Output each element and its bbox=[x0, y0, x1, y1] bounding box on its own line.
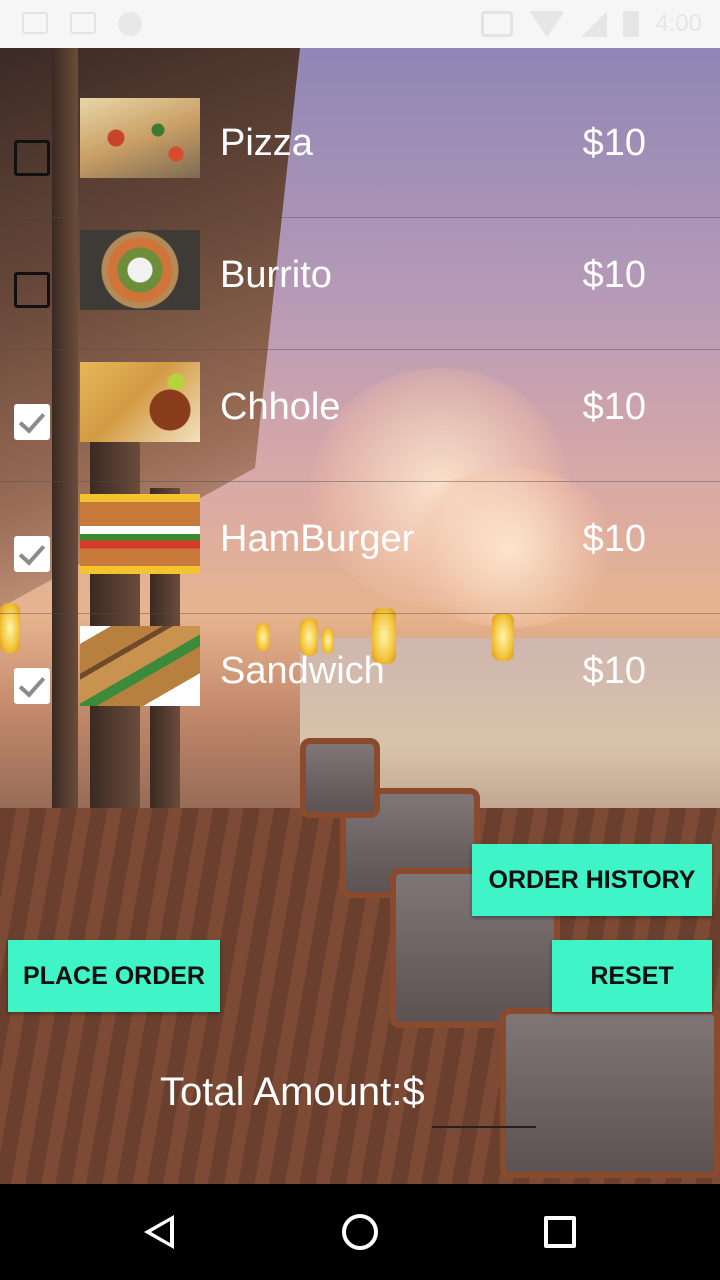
item-name: Chhole bbox=[220, 386, 341, 428]
item-checkbox[interactable] bbox=[14, 404, 50, 440]
item-checkbox[interactable] bbox=[14, 140, 50, 176]
back-icon[interactable] bbox=[144, 1215, 174, 1249]
vibrate-icon bbox=[481, 11, 514, 37]
pizza-image bbox=[80, 98, 200, 178]
battery-icon bbox=[623, 11, 640, 37]
item-name: Burrito bbox=[220, 254, 332, 296]
menu-list: Pizza $10 Burrito $10 Chhole $10 HamBurg… bbox=[0, 86, 720, 746]
total-amount-label: Total Amount:$ bbox=[160, 1070, 425, 1114]
mail-icon bbox=[70, 12, 96, 34]
recent-apps-icon[interactable] bbox=[544, 1216, 576, 1248]
hamburger-image bbox=[80, 494, 200, 574]
item-name: Pizza bbox=[220, 122, 313, 164]
order-history-button[interactable]: ORDER HISTORY bbox=[472, 844, 712, 916]
place-order-button[interactable]: PLACE ORDER bbox=[8, 940, 220, 1012]
menu-item-sandwich: Sandwich $10 bbox=[0, 614, 720, 746]
reset-button[interactable]: RESET bbox=[552, 940, 712, 1012]
status-bar: 4:00 bbox=[0, 0, 720, 48]
item-price: $10 bbox=[582, 122, 646, 164]
app-icon bbox=[118, 12, 142, 36]
item-name: Sandwich bbox=[220, 650, 385, 692]
chhole-image bbox=[80, 362, 200, 442]
sandwich-image bbox=[80, 626, 200, 706]
clock: 4:00 bbox=[655, 10, 702, 37]
home-icon[interactable] bbox=[342, 1214, 378, 1250]
item-price: $10 bbox=[582, 254, 646, 296]
system-icons: 4:00 bbox=[481, 10, 702, 38]
total-amount-field[interactable] bbox=[432, 1068, 536, 1128]
navigation-bar bbox=[0, 1184, 720, 1280]
item-price: $10 bbox=[582, 518, 646, 560]
signal-icon bbox=[581, 11, 608, 37]
item-price: $10 bbox=[582, 386, 646, 428]
menu-item-pizza: Pizza $10 bbox=[0, 86, 720, 218]
lounge-chair bbox=[300, 738, 380, 818]
menu-item-chhole: Chhole $10 bbox=[0, 350, 720, 482]
item-checkbox[interactable] bbox=[14, 668, 50, 704]
item-checkbox[interactable] bbox=[14, 272, 50, 308]
item-price: $10 bbox=[582, 650, 646, 692]
menu-item-burrito: Burrito $10 bbox=[0, 218, 720, 350]
menu-item-hamburger: HamBurger $10 bbox=[0, 482, 720, 614]
item-checkbox[interactable] bbox=[14, 536, 50, 572]
burrito-image bbox=[80, 230, 200, 310]
wifi-icon bbox=[529, 11, 566, 37]
image-icon bbox=[22, 12, 48, 34]
item-name: HamBurger bbox=[220, 518, 415, 560]
notification-icons bbox=[22, 12, 142, 36]
